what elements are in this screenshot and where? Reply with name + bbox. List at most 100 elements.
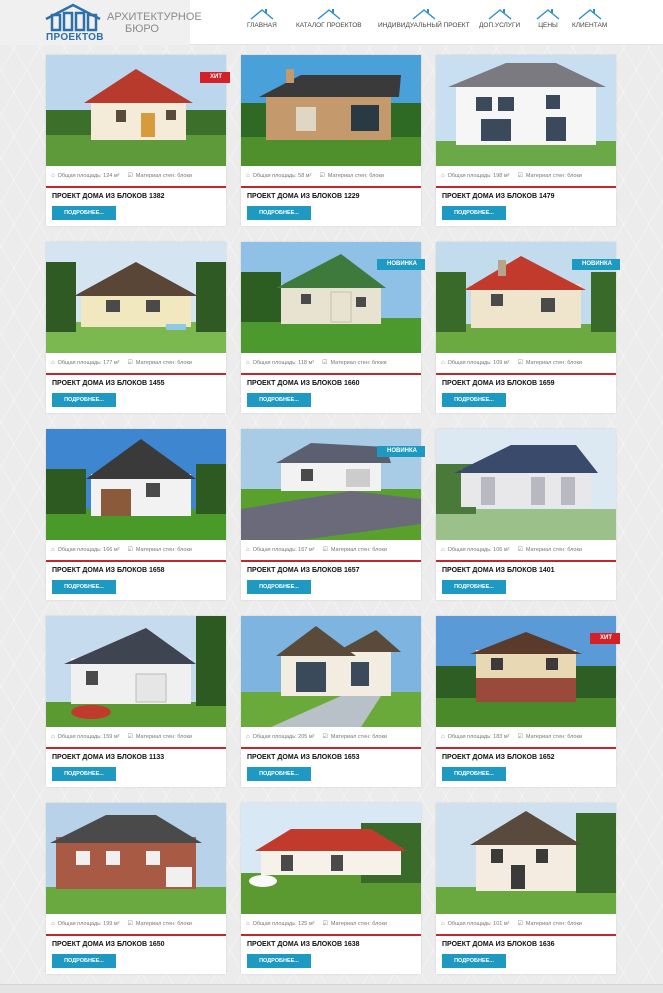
project-title[interactable]: ПРОЕКТ ДОМА ИЗ БЛОКОВ 1133 bbox=[52, 754, 222, 761]
material-text: Материал стен: блоки bbox=[135, 360, 192, 366]
divider bbox=[46, 747, 226, 749]
project-card[interactable]: НОВИНКА ⌂ Общая площадь: 118 м² ☑ Материал… bbox=[241, 242, 425, 413]
main-nav: ГЛАВНАЯ КАТАЛОГ ПРОЕКТОВ ИНДИВИДУАЛЬНЫЙ … bbox=[240, 0, 660, 45]
project-card[interactable]: ⌂ Общая площадь: 177 м² ☑ Материал стен: б… bbox=[46, 242, 226, 413]
house-photo[interactable] bbox=[241, 616, 421, 727]
check-icon: ☑ bbox=[127, 173, 133, 179]
material-text: Материал стен: блоки bbox=[135, 173, 192, 179]
project-title[interactable]: ПРОЕКТ ДОМА ИЗ БЛОКОВ 1382 bbox=[52, 193, 222, 200]
logo-area[interactable]: ПРОЕКТОВ АРХИТЕКТУРНОЕ БЮРО bbox=[0, 0, 202, 45]
check-icon: ☑ bbox=[322, 921, 328, 927]
home-icon: ⌂ bbox=[51, 173, 55, 179]
house-photo[interactable] bbox=[436, 616, 616, 727]
nav-item-clients[interactable]: КЛИЕНТАМ bbox=[572, 8, 607, 38]
project-title[interactable]: ПРОЕКТ ДОМА ИЗ БЛОКОВ 1657 bbox=[247, 567, 417, 574]
details-button[interactable]: ПОДРОБНЕЕ... bbox=[247, 206, 311, 220]
project-card[interactable]: ⌂ Общая площадь: 166 м² ☑ Материал стен: б… bbox=[46, 429, 226, 600]
details-button[interactable]: ПОДРОБНЕЕ... bbox=[52, 954, 116, 968]
details-button[interactable]: ПОДРОБНЕЕ... bbox=[247, 393, 311, 407]
nav-item-individual[interactable]: ИНДИВИДУАЛЬНЫЙ ПРОЕКТ bbox=[378, 8, 470, 38]
check-icon: ☑ bbox=[517, 173, 523, 179]
specs-row: ⌂ Общая площадь: 118 м² ☑ Материал стен: б… bbox=[246, 358, 418, 368]
house-photo[interactable] bbox=[241, 803, 421, 914]
material-text: Материал стен: блоки bbox=[525, 921, 582, 927]
logo-text: ПРОЕКТОВ bbox=[46, 32, 104, 43]
material-text: Материал стен: блоки bbox=[525, 734, 582, 740]
home-icon: ⌂ bbox=[51, 360, 55, 366]
project-title[interactable]: ПРОЕКТ ДОМА ИЗ БЛОКОВ 1479 bbox=[442, 193, 612, 200]
house-photo[interactable] bbox=[241, 55, 421, 166]
details-button[interactable]: ПОДРОБНЕЕ... bbox=[442, 206, 506, 220]
details-button[interactable]: ПОДРОБНЕЕ... bbox=[442, 954, 506, 968]
project-title[interactable]: ПРОЕКТ ДОМА ИЗ БЛОКОВ 1401 bbox=[442, 567, 612, 574]
divider bbox=[241, 747, 421, 749]
divider bbox=[46, 373, 226, 375]
project-title[interactable]: ПРОЕКТ ДОМА ИЗ БЛОКОВ 1659 bbox=[442, 380, 612, 387]
material-text: Материал стен: блоки bbox=[525, 173, 582, 179]
details-button[interactable]: ПОДРОБНЕЕ... bbox=[247, 580, 311, 594]
house-photo[interactable] bbox=[436, 429, 616, 540]
details-button[interactable]: ПОДРОБНЕЕ... bbox=[52, 206, 116, 220]
project-card[interactable]: ⌂ Общая площадь: 198 м² ☑ Материал стен: б… bbox=[436, 55, 616, 226]
project-title[interactable]: ПРОЕКТ ДОМА ИЗ БЛОКОВ 1455 bbox=[52, 380, 222, 387]
area-text: Общая площадь: 198 м² bbox=[447, 173, 510, 179]
check-icon: ☑ bbox=[127, 921, 133, 927]
new-badge: НОВИНКА bbox=[377, 259, 425, 270]
project-card[interactable]: НОВИНКА ⌂ Общая площадь: 109 м² ☑ Материал… bbox=[436, 242, 620, 413]
project-title[interactable]: ПРОЕКТ ДОМА ИЗ БЛОКОВ 1653 bbox=[247, 754, 417, 761]
brand-line-2: БЮРО bbox=[125, 23, 159, 35]
area-text: Общая площадь: 166 м² bbox=[57, 547, 120, 553]
project-card[interactable]: ⌂ Общая площадь: 106 м² ☑ Материал стен: б… bbox=[436, 429, 616, 600]
nav-item-prices[interactable]: ЦЕНЫ bbox=[536, 8, 560, 38]
details-button[interactable]: ПОДРОБНЕЕ... bbox=[442, 767, 506, 781]
area-text: Общая площадь: 159 м² bbox=[57, 734, 120, 740]
home-icon: ⌂ bbox=[441, 921, 445, 927]
details-button[interactable]: ПОДРОБНЕЕ... bbox=[247, 954, 311, 968]
house-photo[interactable] bbox=[46, 803, 226, 914]
nav-item-services[interactable]: ДОП.УСЛУГИ bbox=[479, 8, 520, 38]
house-photo[interactable] bbox=[46, 242, 226, 353]
project-card[interactable]: НОВИНКА ⌂ Общая площадь: 167 м² ☑ Материал… bbox=[241, 429, 425, 600]
project-card[interactable]: ⌂ Общая площадь: 199 м² ☑ Материал стен: б… bbox=[46, 803, 226, 974]
project-card[interactable]: ⌂ Общая площадь: 125 м² ☑ Материал стен: б… bbox=[241, 803, 421, 974]
project-title[interactable]: ПРОЕКТ ДОМА ИЗ БЛОКОВ 1660 bbox=[247, 380, 417, 387]
new-badge: НОВИНКА bbox=[572, 259, 620, 270]
project-card[interactable]: ⌂ Общая площадь: 101 м² ☑ Материал стен: б… bbox=[436, 803, 616, 974]
house-icon bbox=[536, 9, 560, 20]
check-icon: ☑ bbox=[517, 921, 523, 927]
details-button[interactable]: ПОДРОБНЕЕ... bbox=[442, 393, 506, 407]
project-title[interactable]: ПРОЕКТ ДОМА ИЗ БЛОКОВ 1636 bbox=[442, 941, 612, 948]
house-photo[interactable] bbox=[46, 616, 226, 727]
nav-item-home[interactable]: ГЛАВНАЯ bbox=[247, 8, 277, 38]
project-title[interactable]: ПРОЕКТ ДОМА ИЗ БЛОКОВ 1638 bbox=[247, 941, 417, 948]
nav-label: ИНДИВИДУАЛЬНЫЙ ПРОЕКТ bbox=[378, 22, 470, 29]
area-text: Общая площадь: 177 м² bbox=[57, 360, 120, 366]
nav-item-catalog[interactable]: КАТАЛОГ ПРОЕКТОВ bbox=[296, 8, 362, 38]
house-photo[interactable] bbox=[46, 429, 226, 540]
project-title[interactable]: ПРОЕКТ ДОМА ИЗ БЛОКОВ 1229 bbox=[247, 193, 417, 200]
details-button[interactable]: ПОДРОБНЕЕ... bbox=[247, 767, 311, 781]
details-button[interactable]: ПОДРОБНЕЕ... bbox=[52, 393, 116, 407]
check-icon: ☑ bbox=[319, 173, 325, 179]
details-button[interactable]: ПОДРОБНЕЕ... bbox=[442, 580, 506, 594]
area-text: Общая площадь: 101 м² bbox=[447, 921, 510, 927]
project-card[interactable]: ⌂ Общая площадь: 159 м² ☑ Материал стен: б… bbox=[46, 616, 226, 787]
house-photo[interactable] bbox=[436, 803, 616, 914]
project-title[interactable]: ПРОЕКТ ДОМА ИЗ БЛОКОВ 1658 bbox=[52, 567, 222, 574]
project-card[interactable]: ХИТ ⌂ Общая площадь: 124 м² ☑ Материал сте… bbox=[46, 55, 230, 226]
divider bbox=[241, 186, 421, 188]
details-button[interactable]: ПОДРОБНЕЕ... bbox=[52, 580, 116, 594]
project-card[interactable]: ХИТ ⌂ Общая площадь: 183 м² ☑ Материал сте… bbox=[436, 616, 620, 787]
material-text: Материал стен: блоки bbox=[135, 921, 192, 927]
house-icon bbox=[488, 9, 512, 20]
nav-label: ГЛАВНАЯ bbox=[247, 22, 277, 29]
project-card[interactable]: ⌂ Общая площадь: 205 м² ☑ Материал стен: б… bbox=[241, 616, 421, 787]
project-title[interactable]: ПРОЕКТ ДОМА ИЗ БЛОКОВ 1652 bbox=[442, 754, 612, 761]
divider bbox=[436, 186, 616, 188]
details-button[interactable]: ПОДРОБНЕЕ... bbox=[52, 767, 116, 781]
project-title[interactable]: ПРОЕКТ ДОМА ИЗ БЛОКОВ 1650 bbox=[52, 941, 222, 948]
house-photo[interactable] bbox=[46, 55, 226, 166]
material-text: Материал стен: блоки bbox=[330, 734, 387, 740]
project-card[interactable]: ⌂ Общая площадь: 58 м² ☑ Материал стен: бл… bbox=[241, 55, 421, 226]
house-photo[interactable] bbox=[436, 55, 616, 166]
